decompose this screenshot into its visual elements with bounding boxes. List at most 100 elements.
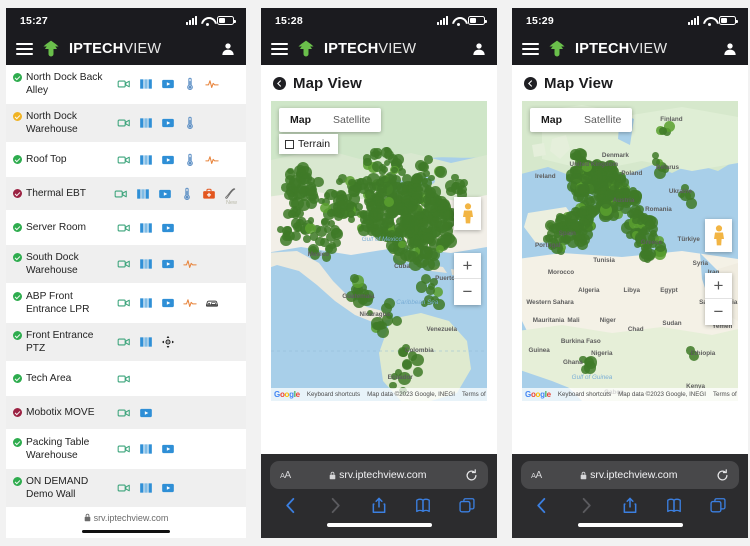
lpr-car-icon[interactable] xyxy=(205,296,219,310)
camera-marker[interactable] xyxy=(422,169,430,177)
camera-marker[interactable] xyxy=(459,179,468,188)
camera-row[interactable]: North Dock Warehouse xyxy=(6,104,246,143)
camera-row[interactable]: Server Room xyxy=(6,211,246,245)
play-icon-wrap[interactable] xyxy=(161,221,175,235)
multi-view-columns-icon[interactable] xyxy=(139,296,153,310)
multi-view-columns-icon[interactable] xyxy=(139,221,153,235)
camera-marker[interactable] xyxy=(372,208,384,220)
analytics-pulse-icon[interactable] xyxy=(205,153,219,167)
account-icon[interactable] xyxy=(471,41,487,57)
camera-marker[interactable] xyxy=(305,183,318,196)
columns-icon-wrap[interactable] xyxy=(139,153,153,167)
camera-icon[interactable] xyxy=(117,406,131,420)
terrain-checkbox[interactable]: Terrain xyxy=(279,134,339,154)
camera-icon[interactable] xyxy=(117,372,131,386)
multi-view-columns-icon[interactable] xyxy=(136,187,150,201)
columns-icon-wrap[interactable] xyxy=(139,77,153,91)
camera-marker[interactable] xyxy=(430,216,442,229)
camera-marker[interactable] xyxy=(305,197,317,210)
camera-icon-wrap[interactable] xyxy=(117,296,131,310)
pulse-icon-wrap[interactable] xyxy=(183,296,197,310)
camera-marker[interactable] xyxy=(443,235,457,248)
map-type-map[interactable]: Map xyxy=(530,108,573,132)
multi-view-columns-icon[interactable] xyxy=(139,77,153,91)
play-icon-wrap[interactable] xyxy=(161,77,175,91)
phone-handset-icon[interactable] xyxy=(224,187,238,201)
play-video-icon[interactable] xyxy=(158,187,172,201)
play-icon-wrap[interactable] xyxy=(139,406,153,420)
camera-row[interactable]: Roof Top xyxy=(6,143,246,177)
columns-icon-wrap[interactable] xyxy=(136,187,150,201)
camera-icon-wrap[interactable] xyxy=(117,116,131,130)
camera-marker[interactable] xyxy=(544,233,554,242)
url-display[interactable]: srv.iptechview.com xyxy=(548,469,710,481)
camera-row[interactable]: Mobotix MOVE xyxy=(6,396,246,430)
play-icon-wrap[interactable] xyxy=(161,296,175,310)
pulse-icon-wrap[interactable] xyxy=(205,153,219,167)
columns-icon-wrap[interactable] xyxy=(139,257,153,271)
map-type-selector[interactable]: Map Satellite xyxy=(530,108,633,132)
camera-marker[interactable] xyxy=(366,227,376,236)
camera-row[interactable]: Front Entrance PTZ xyxy=(6,323,246,362)
camera-marker[interactable] xyxy=(416,186,423,193)
camera-marker[interactable] xyxy=(363,157,372,167)
hamburger-menu-icon[interactable] xyxy=(271,43,288,55)
camera-icon-wrap[interactable] xyxy=(117,442,131,456)
camera-icon-wrap[interactable] xyxy=(117,335,131,349)
camera-marker[interactable] xyxy=(621,187,629,195)
ptz-control-icon[interactable] xyxy=(161,335,175,349)
hamburger-menu-icon[interactable] xyxy=(16,43,33,55)
camera-icon[interactable] xyxy=(117,116,131,130)
play-video-icon[interactable] xyxy=(161,257,175,271)
share-icon[interactable] xyxy=(371,497,387,514)
thermometer-icon-wrap[interactable] xyxy=(180,187,194,201)
pulse-icon-wrap[interactable] xyxy=(183,257,197,271)
play-video-icon[interactable] xyxy=(161,221,175,235)
camera-row[interactable]: Packing Table Warehouse xyxy=(6,430,246,469)
multi-view-columns-icon[interactable] xyxy=(139,442,153,456)
reload-icon[interactable] xyxy=(465,468,478,482)
url-row[interactable]: srv.iptechview.com xyxy=(84,513,168,523)
text-size-button[interactable]: AAAA xyxy=(280,470,291,481)
camera-icon-wrap[interactable] xyxy=(117,481,131,495)
zoom-in-button[interactable]: + xyxy=(705,273,732,299)
keyboard-shortcuts-link[interactable]: Keyboard shortcuts xyxy=(558,391,611,398)
url-display[interactable]: srv.iptechview.com xyxy=(297,469,459,481)
play-icon-wrap[interactable] xyxy=(161,116,175,130)
map-type-map[interactable]: Map xyxy=(279,108,322,132)
map-type-satellite[interactable]: Satellite xyxy=(322,108,381,132)
ptz-icon-wrap[interactable] xyxy=(161,335,175,349)
camera-marker[interactable] xyxy=(282,232,292,241)
back-arrow-icon[interactable] xyxy=(273,77,286,90)
play-video-icon[interactable] xyxy=(139,406,153,420)
play-video-icon[interactable] xyxy=(161,481,175,495)
camera-icon-wrap[interactable] xyxy=(117,372,131,386)
camera-icon-wrap[interactable] xyxy=(114,187,128,201)
camera-marker[interactable] xyxy=(356,177,364,185)
account-icon[interactable] xyxy=(220,41,236,57)
first-aid-kit-icon[interactable] xyxy=(202,187,216,201)
back-arrow-icon[interactable] xyxy=(524,77,537,90)
play-icon-wrap[interactable] xyxy=(161,481,175,495)
camera-marker[interactable] xyxy=(414,211,423,220)
camera-marker[interactable] xyxy=(435,195,447,208)
tabs-icon[interactable] xyxy=(710,497,726,514)
camera-marker[interactable] xyxy=(577,183,589,196)
play-icon-wrap[interactable] xyxy=(161,153,175,167)
columns-icon-wrap[interactable] xyxy=(139,481,153,495)
camera-marker[interactable] xyxy=(379,174,386,182)
safari-url-bar[interactable]: AA srv.iptechview.com xyxy=(521,461,739,489)
camera-marker[interactable] xyxy=(426,189,435,199)
columns-icon-wrap[interactable] xyxy=(139,116,153,130)
camera-row[interactable]: Thermal EBT New xyxy=(6,177,246,211)
lpr-car-icon-wrap[interactable] xyxy=(205,296,219,310)
multi-view-columns-icon[interactable] xyxy=(139,335,153,349)
first-aid-icon-wrap[interactable] xyxy=(202,187,216,201)
thermometer-icon-wrap[interactable] xyxy=(183,77,197,91)
multi-view-columns-icon[interactable] xyxy=(139,481,153,495)
camera-row[interactable]: North Dock Back Alley xyxy=(6,65,246,104)
play-video-icon[interactable] xyxy=(161,296,175,310)
share-icon[interactable] xyxy=(622,497,638,514)
camera-marker[interactable] xyxy=(347,178,356,187)
camera-marker[interactable] xyxy=(383,160,390,167)
